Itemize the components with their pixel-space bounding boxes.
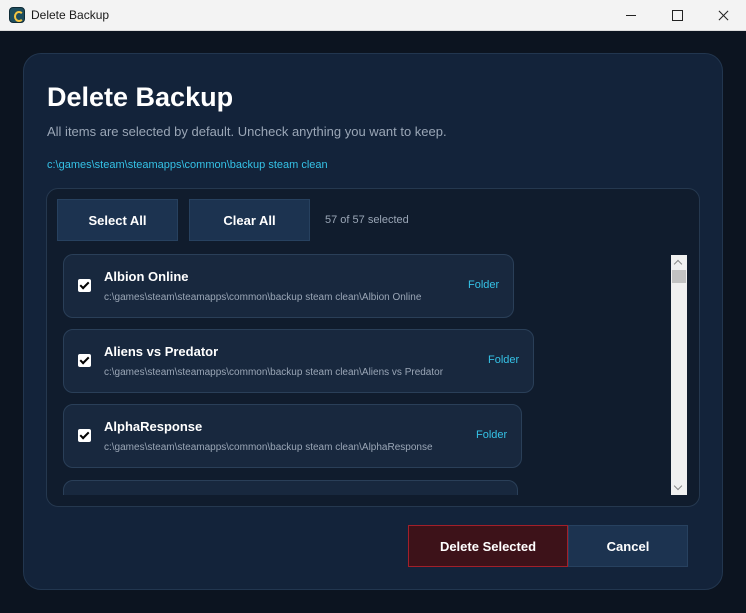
item-checkbox[interactable]: [78, 354, 91, 367]
clear-all-button[interactable]: Clear All: [189, 199, 310, 241]
selection-count: 57 of 57 selected: [325, 214, 409, 226]
scroll-up-icon[interactable]: [671, 255, 687, 269]
list-item: AlphaResponse c:\games\steam\steamapps\c…: [63, 404, 522, 468]
app-icon: [9, 7, 25, 23]
close-icon[interactable]: [700, 0, 746, 31]
backup-path: c:\games\steam\steamapps\common\backup s…: [47, 159, 328, 171]
list-item-partial: [63, 480, 518, 495]
maximize-icon[interactable]: [654, 0, 700, 31]
dialog-title: Delete Backup: [47, 82, 234, 112]
delete-backup-dialog: Delete Backup All items are selected by …: [23, 53, 723, 590]
item-path: c:\games\steam\steamapps\common\backup s…: [104, 292, 422, 303]
item-list: Albion Online c:\games\steam\steamapps\c…: [57, 251, 667, 495]
minimize-icon[interactable]: [608, 0, 654, 31]
cancel-button[interactable]: Cancel: [568, 525, 688, 567]
scrollbar[interactable]: [671, 255, 687, 495]
scroll-down-icon[interactable]: [671, 481, 687, 495]
item-path: c:\games\steam\steamapps\common\backup s…: [104, 442, 433, 453]
delete-selected-button[interactable]: Delete Selected: [408, 525, 568, 567]
folder-link[interactable]: Folder: [468, 279, 499, 291]
scroll-thumb[interactable]: [672, 270, 686, 283]
item-path: c:\games\steam\steamapps\common\backup s…: [104, 367, 444, 378]
folder-link[interactable]: Folder: [476, 429, 507, 441]
title-bar: Delete Backup: [0, 0, 746, 31]
item-name: AlphaResponse: [104, 419, 203, 434]
list-item: Aliens vs Predator c:\games\steam\steama…: [63, 329, 534, 393]
list-item: Albion Online c:\games\steam\steamapps\c…: [63, 254, 514, 318]
select-all-button[interactable]: Select All: [57, 199, 178, 241]
item-name: Aliens vs Predator: [104, 344, 219, 359]
item-checkbox[interactable]: [78, 279, 91, 292]
dialog-subtitle: All items are selected by default. Unche…: [47, 124, 447, 139]
items-panel: Select All Clear All 57 of 57 selected A…: [46, 188, 700, 507]
item-checkbox[interactable]: [78, 429, 91, 442]
window-title: Delete Backup: [31, 8, 110, 22]
item-name: Albion Online: [104, 269, 189, 284]
folder-link[interactable]: Folder: [488, 354, 519, 366]
